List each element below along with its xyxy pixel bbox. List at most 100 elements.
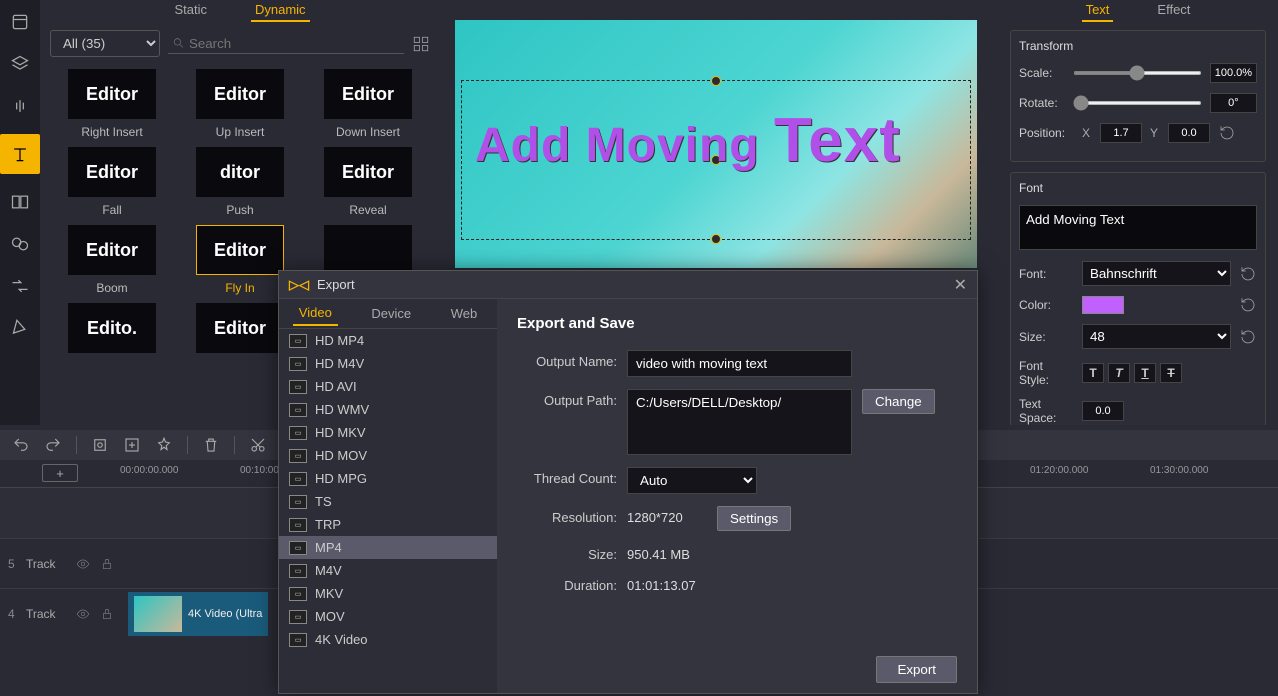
asset-category-select[interactable]: All (35) xyxy=(50,30,160,57)
asset-label: Down Insert xyxy=(336,125,400,139)
format-item[interactable]: ▭HD MOV xyxy=(279,444,497,467)
format-item[interactable]: ▭M4V xyxy=(279,559,497,582)
rotate-slider[interactable] xyxy=(1073,101,1202,105)
asset-item[interactable]: EditorUp Insert xyxy=(180,69,300,139)
lock-icon[interactable] xyxy=(100,607,114,621)
export-tab-video[interactable]: Video xyxy=(293,301,338,326)
reset-font-icon[interactable] xyxy=(1239,265,1257,283)
format-item[interactable]: ▭MKV xyxy=(279,582,497,605)
video-clip[interactable]: 4K Video (Ultra xyxy=(128,592,268,636)
grid-view-icon[interactable] xyxy=(412,35,430,53)
audio-icon[interactable] xyxy=(6,92,34,120)
tab-effect[interactable]: Effect xyxy=(1153,0,1194,22)
overlay-icon[interactable] xyxy=(6,314,34,342)
output-name-input[interactable] xyxy=(627,350,852,377)
lock-icon[interactable] xyxy=(100,557,114,571)
rotate-value[interactable]: 0° xyxy=(1210,93,1257,113)
format-item[interactable]: ▭HD M4V xyxy=(279,352,497,375)
output-path-input[interactable]: C:/Users/DELL/Desktop/ xyxy=(627,389,852,455)
track-number: 4 xyxy=(8,607,16,621)
fontstyle-group: T T T T xyxy=(1082,363,1182,383)
thread-select[interactable]: Auto xyxy=(627,467,757,494)
export-tab-device[interactable]: Device xyxy=(365,302,417,325)
asset-item[interactable]: EditorRight Insert xyxy=(52,69,172,139)
asset-item[interactable]: EditorDown Insert xyxy=(308,69,428,139)
export-tab-web[interactable]: Web xyxy=(445,302,484,325)
format-item[interactable]: ▭HD MKV xyxy=(279,421,497,444)
format-icon: ▭ xyxy=(289,564,307,578)
handle-bottom[interactable] xyxy=(711,234,721,244)
asset-item[interactable]: EditorFall xyxy=(52,147,172,217)
clip-thumbnail xyxy=(134,596,182,632)
font-select[interactable]: Bahnschrift xyxy=(1082,261,1231,286)
dialog-close-button[interactable]: ✕ xyxy=(954,275,967,295)
visibility-icon[interactable] xyxy=(76,607,90,621)
format-item[interactable]: ▭HD MP4 xyxy=(279,329,497,352)
ruler-tick: 00:00:00.000 xyxy=(120,465,178,476)
transition-icon[interactable] xyxy=(6,272,34,300)
resolution-settings-button[interactable]: Settings xyxy=(717,506,791,531)
handle-top[interactable] xyxy=(711,76,721,86)
reset-position-icon[interactable] xyxy=(1218,124,1236,142)
bold-icon[interactable]: T xyxy=(1082,363,1104,383)
size-label: Size: xyxy=(1019,330,1074,344)
format-label: TRP xyxy=(315,517,341,532)
format-item[interactable]: ▭MOV xyxy=(279,605,497,628)
output-path-label: Output Path: xyxy=(517,389,617,408)
add-icon[interactable] xyxy=(123,436,141,454)
text-icon[interactable] xyxy=(0,134,40,174)
underline-icon[interactable]: T xyxy=(1134,363,1156,383)
asset-item[interactable]: Edito. xyxy=(52,303,172,359)
split-icon[interactable] xyxy=(6,188,34,216)
text-content-input[interactable]: Add Moving Text xyxy=(1019,205,1257,250)
asset-item[interactable]: ditorPush xyxy=(180,147,300,217)
track-name: Track xyxy=(26,607,66,621)
format-item[interactable]: ▭HD AVI xyxy=(279,375,497,398)
tab-static[interactable]: Static xyxy=(170,0,211,22)
reset-size-icon[interactable] xyxy=(1239,328,1257,346)
format-item[interactable]: ▭4K Video xyxy=(279,628,497,651)
size-select[interactable]: 48 xyxy=(1082,324,1231,349)
asset-item[interactable]: EditorBoom xyxy=(52,225,172,295)
format-item[interactable]: ▭TS xyxy=(279,490,497,513)
asset-search[interactable] xyxy=(168,34,404,54)
visibility-icon[interactable] xyxy=(76,557,90,571)
layers-icon[interactable] xyxy=(6,50,34,78)
format-item[interactable]: ▭TRP xyxy=(279,513,497,536)
tab-dynamic[interactable]: Dynamic xyxy=(251,0,310,22)
format-item[interactable]: ▭HD MPG xyxy=(279,467,497,490)
color-swatch[interactable] xyxy=(1082,296,1124,314)
y-value[interactable]: 0.0 xyxy=(1168,123,1210,143)
italic-icon[interactable]: T xyxy=(1108,363,1130,383)
font-title: Font xyxy=(1019,181,1257,195)
scale-value[interactable]: 100.0% xyxy=(1210,63,1257,83)
effects-icon[interactable] xyxy=(155,436,173,454)
size-value: 950.41 MB xyxy=(627,543,690,562)
cut-icon[interactable] xyxy=(249,436,267,454)
textspace-value[interactable]: 0.0 xyxy=(1082,401,1124,421)
preview-text[interactable]: Add Moving Text xyxy=(475,105,901,176)
format-item[interactable]: ▭MP4 xyxy=(279,536,497,559)
reset-color-icon[interactable] xyxy=(1239,296,1257,314)
asset-tabs: Static Dynamic xyxy=(40,0,440,22)
media-icon[interactable] xyxy=(6,8,34,36)
crop-icon[interactable] xyxy=(91,436,109,454)
dialog-titlebar[interactable]: ▷◁ Export ✕ xyxy=(279,271,977,299)
undo-icon[interactable] xyxy=(12,436,30,454)
redo-icon[interactable] xyxy=(44,436,62,454)
dialog-export-button[interactable]: Export xyxy=(876,656,957,683)
preview-canvas[interactable]: Add Moving Text xyxy=(455,20,977,268)
filter-icon[interactable] xyxy=(6,230,34,258)
format-list[interactable]: ▭HD MP4▭HD M4V▭HD AVI▭HD WMV▭HD MKV▭HD M… xyxy=(279,329,497,693)
asset-search-input[interactable] xyxy=(189,36,400,51)
asset-item[interactable]: EditorReveal xyxy=(308,147,428,217)
change-path-button[interactable]: Change xyxy=(862,389,935,414)
add-track-button[interactable]: + xyxy=(42,464,78,482)
scale-slider[interactable] xyxy=(1073,71,1202,75)
duration-label: Duration: xyxy=(517,574,617,593)
x-value[interactable]: 1.7 xyxy=(1100,123,1142,143)
format-item[interactable]: ▭HD WMV xyxy=(279,398,497,421)
delete-icon[interactable] xyxy=(202,436,220,454)
tab-text[interactable]: Text xyxy=(1082,0,1114,22)
strike-icon[interactable]: T xyxy=(1160,363,1182,383)
